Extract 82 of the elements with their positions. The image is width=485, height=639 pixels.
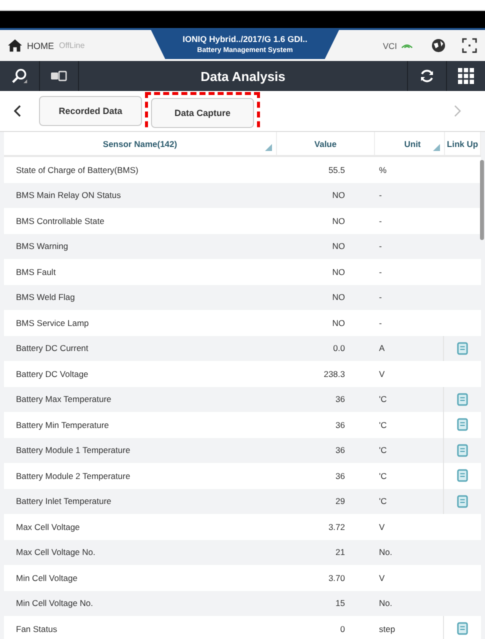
document-icon[interactable]	[457, 469, 468, 482]
sensor-unit: 'C	[379, 496, 387, 506]
sensor-name: Battery DC Current	[16, 343, 88, 354]
sensor-value: 0	[340, 624, 345, 634]
sensor-unit: V	[379, 522, 385, 532]
sensor-value: NO	[332, 292, 345, 302]
sensor-name: Battery Module 2 Temperature	[16, 470, 130, 481]
sensor-value: 36	[336, 470, 345, 481]
sensor-unit: A	[379, 343, 385, 354]
sensor-unit: 'C	[379, 445, 387, 456]
sensor-unit: -	[379, 216, 382, 226]
signal-icon	[401, 42, 413, 48]
sensor-unit: -	[379, 292, 382, 302]
sensor-name: BMS Fault	[16, 266, 56, 277]
sensor-name: Max Cell Voltage No.	[16, 547, 96, 558]
sensor-value: 29	[336, 496, 345, 506]
chevron-right-icon[interactable]	[454, 105, 461, 117]
vci-label: VCI	[382, 40, 397, 50]
sensor-value: NO	[332, 318, 345, 328]
sensor-value: NO	[332, 216, 345, 226]
sensor-name: Max Cell Voltage	[16, 522, 80, 532]
sensor-name: BMS Main Relay ON Status	[16, 190, 121, 200]
page-title: Data Analysis	[200, 68, 286, 84]
sensor-unit: %	[379, 164, 387, 175]
sensor-value: 36	[336, 445, 345, 456]
vehicle-name: IONIQ Hybrid../2017/G 1.6 GDI..	[182, 34, 308, 44]
sensor-unit: -	[379, 190, 382, 200]
column-header[interactable]: Value	[277, 132, 375, 155]
sensor-unit: -	[379, 318, 382, 328]
sensor-name: Battery Module 1 Temperature	[16, 445, 130, 456]
sensor-name: Min Cell Voltage	[16, 572, 78, 583]
sensor-unit: -	[379, 266, 382, 277]
document-icon[interactable]	[457, 342, 468, 355]
sensor-value: 36	[336, 420, 345, 430]
document-icon[interactable]	[457, 622, 468, 636]
tab[interactable]: Recorded Data	[39, 96, 142, 126]
sensor-name: Min Cell Voltage No.	[16, 598, 94, 608]
sensor-name: Battery Max Temperature	[16, 394, 112, 404]
sensor-name: Fan Status	[16, 624, 58, 634]
chevron-left-icon[interactable]	[14, 105, 21, 117]
column-header[interactable]: Link Up	[445, 132, 481, 155]
home-icon[interactable]	[8, 39, 22, 52]
sensor-name: BMS Weld Flag	[16, 292, 75, 302]
sensor-value: NO	[332, 266, 345, 277]
sensor-value: 3.72	[328, 522, 345, 532]
sensor-unit: No.	[379, 598, 392, 608]
sensor-value: NO	[332, 241, 345, 252]
connection-status: OffLine	[59, 41, 85, 50]
tab[interactable]: Data Capture	[151, 98, 254, 128]
sensor-value: NO	[332, 190, 345, 200]
sensor-name: Battery DC Voltage	[16, 368, 88, 379]
sensor-name: Battery Inlet Temperature	[16, 496, 112, 506]
fullscreen-icon[interactable]	[462, 38, 477, 53]
sensor-value: 238.3	[324, 368, 345, 379]
sensor-unit: No.	[379, 547, 392, 558]
home-label[interactable]: HOME	[27, 40, 54, 50]
sensor-name: BMS Warning	[16, 241, 68, 252]
grid-menu-icon[interactable]	[458, 68, 474, 84]
sensor-value: 21	[336, 547, 345, 558]
sensor-unit: 'C	[379, 420, 387, 430]
sensor-name: State of Charge of Battery(BMS)	[16, 164, 138, 175]
sensor-unit: step	[379, 624, 396, 634]
sensor-value: 3.70	[328, 572, 345, 583]
sensor-value: 55.5	[328, 164, 345, 175]
document-icon[interactable]	[457, 494, 468, 508]
search-icon[interactable]	[12, 68, 28, 84]
document-icon[interactable]	[457, 444, 468, 457]
sensor-name: BMS Controllable State	[16, 216, 104, 226]
sensor-value: 0.0	[333, 343, 345, 354]
sensor-name: Battery Min Temperature	[16, 420, 109, 430]
scrollbar[interactable]	[480, 160, 484, 240]
refresh-icon[interactable]	[419, 68, 435, 84]
document-icon[interactable]	[457, 418, 468, 432]
sensor-unit: -	[379, 241, 382, 252]
sensor-name: BMS Service Lamp	[16, 318, 89, 328]
sensor-unit: 'C	[379, 394, 387, 404]
sensor-value: 15	[336, 598, 345, 608]
document-icon[interactable]	[457, 392, 468, 406]
sensor-unit: V	[379, 368, 385, 379]
sensor-unit: 'C	[379, 470, 387, 481]
sensor-value: 36	[336, 394, 345, 404]
sensor-unit: V	[379, 572, 385, 583]
